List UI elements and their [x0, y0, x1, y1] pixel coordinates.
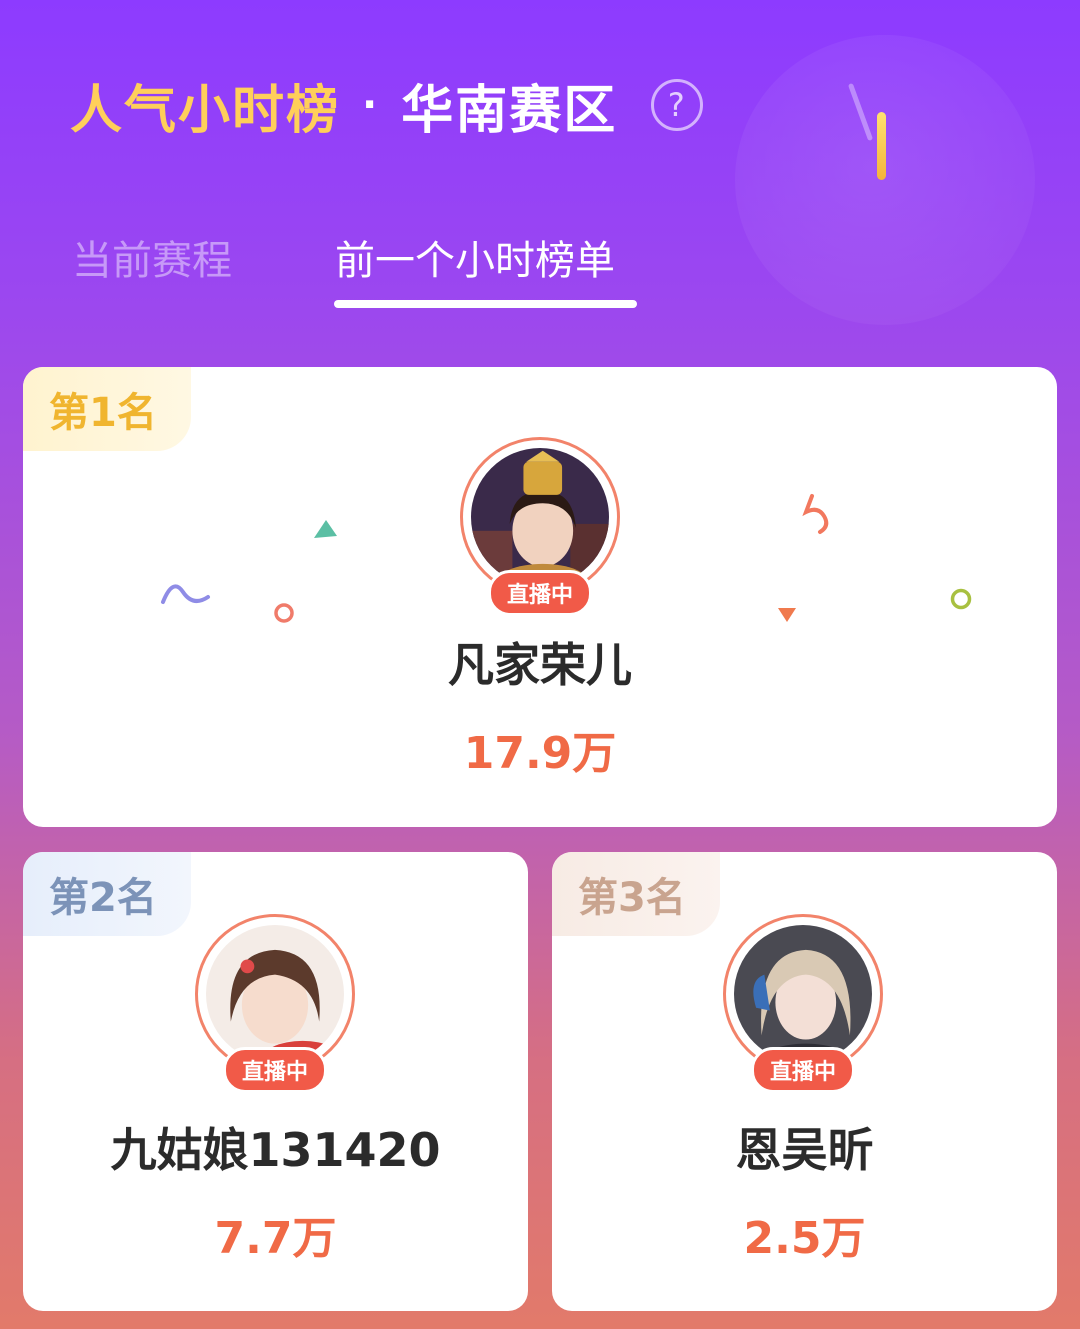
rank-label-2: 第2名	[23, 852, 191, 936]
help-icon[interactable]: ?	[651, 79, 704, 131]
rank-label-3: 第3名	[552, 852, 720, 936]
rank-card-1[interactable]: 第1名 直播中 凡家荣儿 17.9万	[23, 367, 1057, 827]
rank-card-2[interactable]: 第2名 直播中 九姑娘131420 7.7万	[23, 852, 528, 1311]
streamer-name: 九姑娘131420	[110, 1123, 441, 1177]
rank-label-1: 第1名	[23, 367, 191, 451]
title-part-1: 人气小时榜	[70, 80, 341, 141]
live-badge: 直播中	[222, 1047, 328, 1093]
avatar	[471, 448, 609, 586]
title-part-2: 华南赛区	[401, 80, 618, 141]
decorative-clock-circle	[735, 35, 1035, 325]
confetti-circle-green	[950, 588, 972, 610]
rank-card-3[interactable]: 第3名 直播中 恩吴昕 2.5万	[552, 852, 1057, 1311]
confetti-circle-red	[274, 603, 294, 623]
avatar-frame-3[interactable]: 直播中	[723, 914, 883, 1093]
avatar-frame-1[interactable]: 直播中	[460, 437, 620, 616]
avatar-frame-2[interactable]: 直播中	[195, 914, 355, 1093]
tab-previous-hour[interactable]: 前一个小时榜单	[335, 228, 615, 286]
tab-current-round[interactable]: 当前赛程	[72, 228, 232, 286]
streamer-name: 凡家荣儿	[448, 638, 632, 692]
confetti-triangle-orange	[778, 608, 796, 622]
streamer-name: 恩吴昕	[735, 1123, 874, 1177]
avatar	[206, 925, 344, 1063]
confetti-triangle-green	[314, 520, 337, 538]
live-badge: 直播中	[487, 570, 593, 616]
popularity-score: 2.5万	[743, 1213, 866, 1264]
popularity-score: 17.9万	[463, 728, 617, 779]
popularity-score: 7.7万	[214, 1213, 337, 1264]
avatar	[734, 925, 872, 1063]
title-separator: ·	[362, 82, 380, 128]
confetti-squiggle-purple	[161, 584, 210, 604]
page-title: 人气小时榜 · 华南赛区 ?	[70, 70, 704, 141]
live-badge: 直播中	[750, 1047, 856, 1093]
confetti-squiggle-orange	[802, 494, 829, 534]
decorative-clock-tick	[877, 112, 886, 180]
active-tab-indicator	[334, 300, 637, 308]
